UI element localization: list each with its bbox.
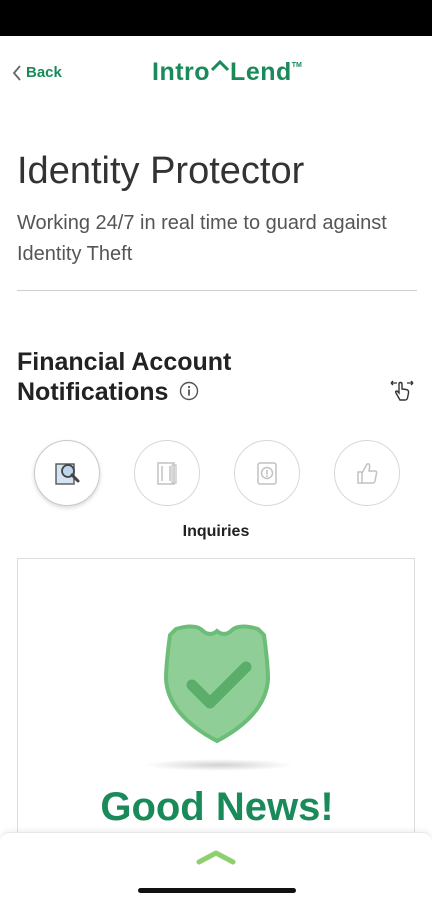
- selected-tab-label: Inquiries: [182, 523, 250, 540]
- top-nav: Back Intro Lend TM: [0, 36, 432, 114]
- back-button[interactable]: Back: [12, 64, 62, 81]
- result-card: Good News!: [17, 558, 415, 858]
- home-indicator: [138, 888, 296, 893]
- status-bar: [0, 0, 432, 36]
- notification-tabs: [0, 440, 432, 510]
- chevron-up-icon[interactable]: [196, 849, 236, 865]
- logo-trademark: TM: [291, 62, 302, 69]
- info-icon[interactable]: [179, 381, 199, 401]
- good-news-headline: Good News!: [100, 785, 334, 829]
- divider: [17, 290, 417, 291]
- alert-icon: [257, 462, 277, 485]
- tab-alerts[interactable]: [234, 440, 300, 506]
- back-label: Back: [26, 64, 62, 81]
- account-icon: [157, 462, 177, 485]
- swipe-hand-icon[interactable]: [388, 378, 416, 404]
- page-title: Identity Protector: [17, 150, 305, 192]
- chevron-left-icon: [12, 64, 21, 81]
- page-subtitle: Working 24/7 in real time to guard again…: [17, 212, 387, 265]
- tab-inquiries[interactable]: [34, 440, 100, 506]
- thumbs-up-icon: [357, 463, 378, 484]
- magnifier-icon: [55, 463, 80, 485]
- introlend-logo: Intro Lend TM: [152, 58, 302, 87]
- logo-text-left: Intro: [152, 58, 211, 86]
- house-roof-icon: [211, 59, 230, 72]
- shield-shadow: [144, 759, 294, 771]
- tab-good-standing[interactable]: [334, 440, 400, 506]
- section-title: Financial Account Notifications: [17, 347, 347, 407]
- shield-check-icon: [163, 624, 271, 744]
- logo-text-right: Lend: [230, 58, 292, 86]
- tab-accounts[interactable]: [134, 440, 200, 506]
